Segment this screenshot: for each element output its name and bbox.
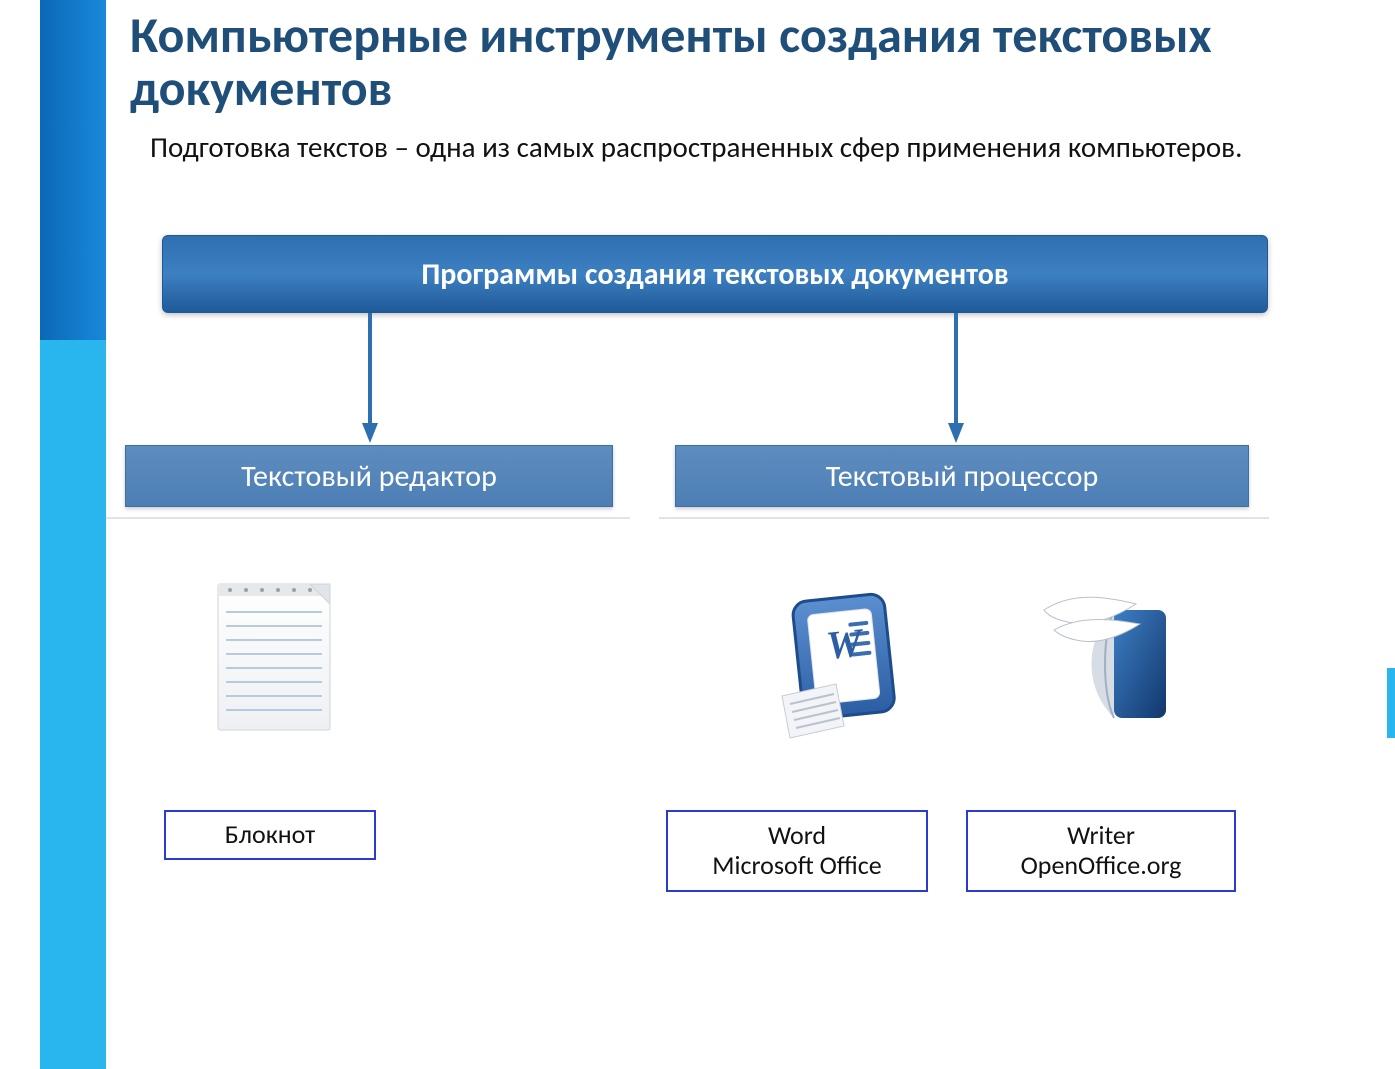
sidebar-accent-dark (40, 0, 106, 340)
sidebar-accent-light (40, 340, 106, 1069)
notepad-icon (214, 574, 334, 734)
app-label-writer: Writer OpenOffice.org (966, 810, 1236, 892)
word-icon: W (764, 580, 914, 740)
arrow-to-processor (946, 313, 966, 445)
openoffice-icon (1024, 580, 1184, 740)
app-label-notepad: Блокнот (164, 810, 376, 860)
app-label-line: Writer (1067, 821, 1135, 851)
divider-under-editor (106, 517, 630, 519)
root-category-box: Программы создания текстовых документов (162, 235, 1268, 313)
text-processor-box: Текстовый процессор (675, 445, 1249, 507)
divider-under-processor (659, 517, 1269, 519)
text-editor-box: Текстовый редактор (125, 445, 613, 507)
app-label-line: Блокнот (225, 820, 316, 850)
svg-text:W: W (824, 619, 866, 668)
app-label-word: Word Microsoft Office (666, 810, 928, 892)
slide-title: Компьютерные инструменты создания тексто… (130, 10, 1360, 115)
slide-lead-text: Подготовка текстов – одна из самых распр… (150, 130, 1360, 165)
app-label-line: OpenOffice.org (1021, 851, 1182, 881)
right-accent (1387, 668, 1395, 738)
arrow-to-editor (360, 313, 380, 445)
app-label-line: Word (768, 821, 826, 851)
app-label-line: Microsoft Office (712, 851, 881, 881)
